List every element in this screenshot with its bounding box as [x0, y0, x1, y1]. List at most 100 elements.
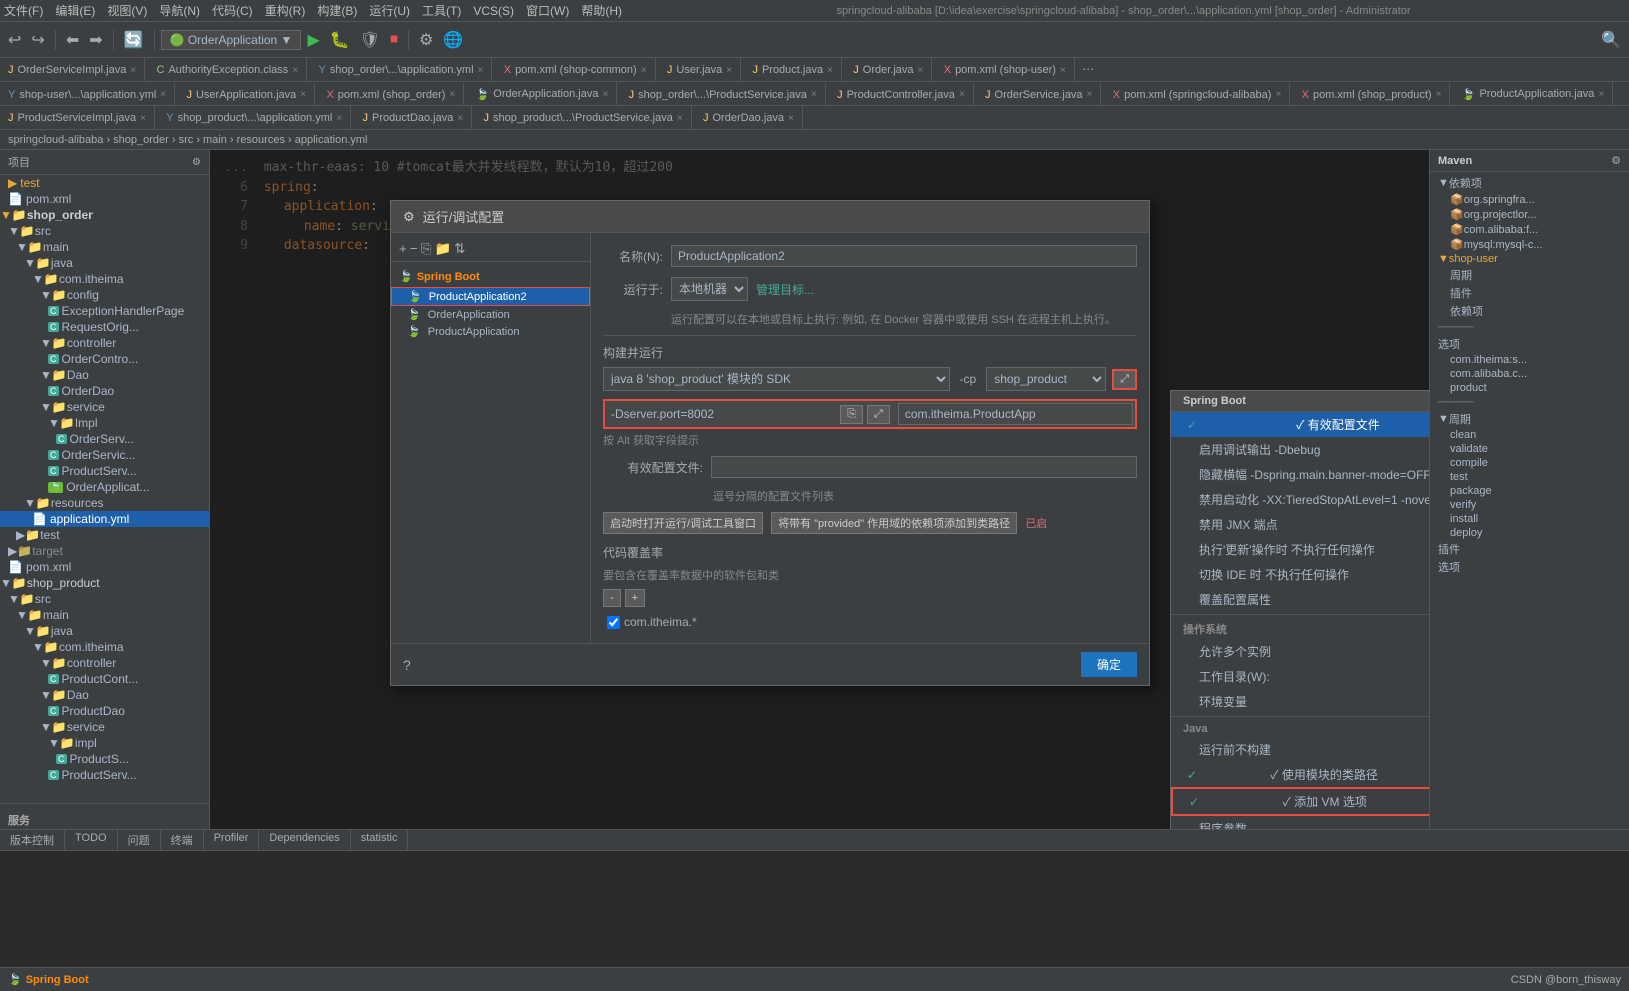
tree-shop-product[interactable]: ▼ 📁 shop_product	[0, 575, 209, 591]
tab-productcontroller[interactable]: J ProductController.java ×	[829, 83, 974, 107]
runon-select[interactable]: 本地机器	[671, 277, 748, 301]
toolbar-back[interactable]: ⬅	[62, 28, 83, 52]
maven-compile[interactable]: compile	[1434, 456, 1625, 470]
tab-authorityexception[interactable]: C AuthorityException.class ×	[149, 58, 308, 82]
menu-item-multiinstance[interactable]: 允许多个实例 Alt+U	[1171, 639, 1429, 664]
menu-window[interactable]: 窗口(W)	[526, 2, 569, 19]
tree-src-shopproduct[interactable]: ▼ 📁 src	[0, 591, 209, 607]
coverage-remove-btn[interactable]: +	[625, 589, 645, 607]
menu-item-banner[interactable]: 隐藏横幅 -Dspring.main.banner-mode=OFF Alt+H	[1171, 462, 1429, 487]
bottom-tab-todo[interactable]: TODO	[65, 830, 118, 850]
maven-plugins[interactable]: 插件	[1434, 284, 1625, 302]
sdk-select[interactable]: java 8 'shop_product' 模块的 SDK	[603, 367, 950, 391]
tree-main[interactable]: ▼ 📁 main	[0, 239, 209, 255]
debug-button[interactable]: 🐛	[326, 28, 354, 52]
tab-orderapplication[interactable]: 🍃 OrderApplication.java ×	[468, 82, 618, 106]
menu-item-update[interactable]: 执行'更新'操作时 不执行任何操作 ▶	[1171, 537, 1429, 562]
toolbar-sync[interactable]: 🔄	[120, 28, 148, 52]
menu-item-nobuild[interactable]: 运行前不构建	[1171, 737, 1429, 762]
maven-section-options[interactable]: 选项	[1434, 335, 1625, 353]
toolbar-translate[interactable]: 🌐	[439, 28, 467, 52]
search-everywhere[interactable]: 🔍	[1597, 28, 1625, 52]
main-class-input[interactable]	[898, 403, 1133, 425]
tab-pom-shopcommon[interactable]: X pom.xml (shop-common) ×	[496, 58, 656, 82]
tree-config[interactable]: ▼ 📁 config	[0, 287, 209, 303]
menu-item-moduleclasspath[interactable]: ✓ 使用模块的类路径 Alt+O	[1171, 762, 1429, 787]
maven-settings-btn[interactable]: ⚙	[1611, 154, 1621, 167]
run-config-selector[interactable]: 🟢 OrderApplication ▼	[161, 30, 302, 50]
tree-controller-sp[interactable]: ▼ 📁 controller	[0, 655, 209, 671]
menu-build[interactable]: 构建(B)	[317, 2, 357, 19]
config-item-productapp2[interactable]: 🍃 ProductApplication2	[391, 287, 590, 306]
startup-btn2[interactable]: 将带有 "provided" 作用域的依赖项添加到类路径	[771, 512, 1017, 534]
tab-close-r2-2[interactable]: ×	[300, 89, 306, 100]
maven-option-3[interactable]: product	[1434, 381, 1625, 395]
menu-item-ide[interactable]: 切换 IDE 时 不执行任何操作 ▶	[1171, 562, 1429, 587]
tab-orderdao[interactable]: J OrderDao.java ×	[695, 106, 803, 130]
expand-btn[interactable]: ⤢	[1112, 369, 1137, 390]
maven-deploy[interactable]: deploy	[1434, 526, 1625, 540]
tree-java-sp[interactable]: ▼ 📁 java	[0, 623, 209, 639]
menu-edit[interactable]: 编辑(E)	[55, 2, 95, 19]
maven-dep-2[interactable]: 📦 org.projectlor...	[1434, 207, 1625, 222]
maven-lifecycle[interactable]: 周期	[1434, 266, 1625, 284]
menu-code[interactable]: 代码(C)	[212, 2, 253, 19]
add-config-btn[interactable]: +	[399, 241, 407, 256]
tab-close-r2-6[interactable]: ×	[959, 89, 965, 100]
menu-vcs[interactable]: VCS(S)	[473, 4, 514, 18]
bottom-tab-profiler[interactable]: Profiler	[204, 830, 260, 850]
toolbar-redo[interactable]: ↪	[27, 28, 48, 52]
menu-item-progargs[interactable]: 程序参数 Alt+R	[1171, 816, 1429, 829]
tree-pom-xml-root[interactable]: 📄 pom.xml	[0, 191, 209, 207]
copy-config-btn[interactable]: ⎘	[421, 241, 432, 257]
tab-close-8[interactable]: ×	[1060, 65, 1066, 76]
toolbar-forward[interactable]: ➡	[85, 28, 106, 52]
tab-productservice-shopproduct[interactable]: J shop_product\...\ProductService.java ×	[476, 106, 692, 130]
tab-productserviceimpl[interactable]: J ProductServiceImpl.java ×	[0, 106, 155, 130]
tree-orderservice-iface[interactable]: C OrderServic...	[0, 447, 209, 463]
maven-test[interactable]: test	[1434, 470, 1625, 484]
tab-user[interactable]: J User.java ×	[659, 58, 741, 82]
menu-item-workdir[interactable]: 工作目录(W): Alt+W	[1171, 664, 1429, 689]
menu-run[interactable]: 运行(U)	[369, 2, 410, 19]
help-button[interactable]: ?	[403, 657, 411, 673]
bottom-tab-vcs[interactable]: 版本控制	[0, 830, 65, 850]
tree-service-sp[interactable]: ▼ 📁 service	[0, 719, 209, 735]
tab-order[interactable]: J Order.java ×	[845, 58, 932, 82]
ok-button[interactable]: 确定	[1081, 652, 1137, 677]
menu-item-jmx[interactable]: 禁用 JMX 端点 Alt+X	[1171, 512, 1429, 537]
manage-targets-link[interactable]: 管理目标...	[756, 281, 814, 298]
coverage-button[interactable]: 🛡	[356, 28, 384, 52]
tree-ordercontroller[interactable]: C OrderContro...	[0, 351, 209, 367]
tab-close-6[interactable]: ×	[827, 65, 833, 76]
vm-options-input[interactable]	[607, 405, 836, 423]
menu-item-addvm[interactable]: ✓ 添加 VM 选项 Alt+V	[1171, 787, 1429, 816]
tab-pom-springcloudalibaba[interactable]: X pom.xml (springcloud-alibaba) ×	[1105, 83, 1291, 107]
tab-product[interactable]: J Product.java ×	[744, 58, 842, 82]
tab-pom-shopproduct[interactable]: X pom.xml (shop_product) ×	[1294, 83, 1451, 107]
tree-java[interactable]: ▼ 📁 java	[0, 255, 209, 271]
tree-test2[interactable]: ▶ 📁 test	[0, 527, 209, 543]
menu-refactor[interactable]: 重构(R)	[265, 2, 306, 19]
bottom-tab-terminal[interactable]: 终端	[161, 830, 204, 850]
tab-close-r2-1[interactable]: ×	[160, 89, 166, 100]
menu-navigate[interactable]: 导航(N)	[159, 2, 200, 19]
tree-dao-sp[interactable]: ▼ 📁 Dao	[0, 687, 209, 703]
bottom-tab-problems[interactable]: 问题	[118, 830, 161, 850]
tab-productservice-shoporder[interactable]: J shop_order\...\ProductService.java ×	[621, 83, 826, 107]
maven-verify[interactable]: verify	[1434, 498, 1625, 512]
tree-controller[interactable]: ▼ 📁 controller	[0, 335, 209, 351]
tree-comitheima-sp[interactable]: ▼ 📁 com.itheima	[0, 639, 209, 655]
tree-shop-order[interactable]: ▼ 📁 shop_order	[0, 207, 209, 223]
toolbar-undo[interactable]: ↩	[4, 28, 25, 52]
tab-close-r2-5[interactable]: ×	[811, 89, 817, 100]
tree-orderserviceimpl[interactable]: C OrderServ...	[0, 431, 209, 447]
tab-application-yml[interactable]: Y shop_order\...\application.yml ×	[311, 58, 493, 82]
project-settings[interactable]: ⚙	[192, 157, 201, 168]
menu-item-disableinit[interactable]: 禁用启动化 -XX:TieredStopAtLevel=1 -noverify …	[1171, 487, 1429, 512]
config-item-orderapp[interactable]: 🍃 OrderApplication	[391, 306, 590, 323]
tab-shopuser-yml[interactable]: Y shop-user\...\application.yml ×	[0, 83, 175, 107]
tab-close-r3-5[interactable]: ×	[788, 113, 794, 124]
maven-dep-1[interactable]: 📦 org.springfra...	[1434, 192, 1625, 207]
tree-productdao-sp[interactable]: C ProductDao	[0, 703, 209, 719]
